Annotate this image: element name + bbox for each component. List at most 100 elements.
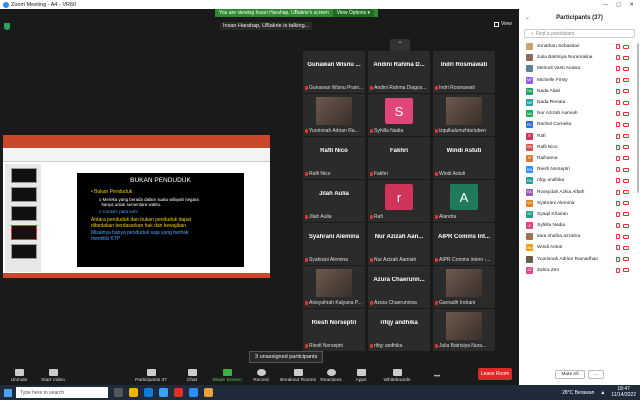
participant-tile[interactable]: Azura Chaerunn... Azura Chaerunnisa: [368, 266, 430, 308]
more-button[interactable]: •••: [420, 374, 454, 383]
participant-list-item[interactable]: R Rafi: [519, 131, 636, 142]
participants-scrollbar[interactable]: [637, 43, 639, 193]
whiteboards-button[interactable]: Whiteboards: [378, 369, 416, 383]
participant-list-item[interactable]: tiara shafira azzahra: [519, 231, 636, 242]
mic-muted-icon: [616, 122, 620, 128]
tile-name: Rafi: [374, 214, 383, 220]
participant-tile[interactable]: Rafli Nico Rafli Nico: [303, 137, 365, 179]
participant-list-item[interactable]: RC Rachel Cornelia: [519, 119, 636, 130]
breakout-rooms-label: Breakout Rooms: [280, 378, 316, 383]
record-button[interactable]: Record: [244, 369, 278, 383]
shared-screen[interactable]: BUKAN PENDUDUK • Bukan Penduduk o Mereka…: [3, 135, 270, 278]
mic-muted-icon: [616, 267, 620, 273]
more-dots-icon: •••: [433, 374, 441, 380]
clock[interactable]: 18:47 11/14/2022: [611, 386, 636, 398]
zoom-taskbar-icon[interactable]: [189, 388, 198, 397]
close-button[interactable]: ✕: [629, 2, 634, 8]
tile-display-name: Riesfi Norseptri: [311, 320, 357, 326]
weather-status[interactable]: 28°C Berawan: [562, 390, 594, 396]
participant-tile[interactable]: Andini Rahma D... Andini Rahma Diagos...: [368, 51, 430, 93]
participant-tile[interactable]: Indri Rosmawati Indri Rosmawati: [433, 51, 495, 93]
edge-icon[interactable]: [144, 388, 153, 397]
participant-tile[interactable]: AIPR Comms Int... AIPR Comms intern -...: [433, 223, 495, 265]
windows-start-icon[interactable]: [4, 388, 12, 397]
chat-label: Chat: [186, 378, 198, 383]
record-label: Record: [253, 378, 269, 383]
tile-name-bar: Syahrani Alemina: [305, 257, 363, 263]
reactions-button[interactable]: Reactions: [314, 369, 348, 383]
participant-list-item[interactable]: ZZ Zahra Zen: [519, 265, 636, 276]
participant-tile[interactable]: Anisyahrah Kalyana P...: [303, 266, 365, 308]
participant-tile[interactable]: rifqy andhika rifqy andhika: [368, 309, 430, 351]
participant-tile[interactable]: Garnadh Indrani: [433, 266, 495, 308]
participant-tile[interactable]: izqulkalumzhtariuben: [433, 94, 495, 136]
participant-list-item[interactable]: NA Nada Aliati: [519, 86, 636, 97]
participant-tile[interactable]: Syahrani Alemina Syahrani Alemina: [303, 223, 365, 265]
breakout-rooms-button[interactable]: Breakout Rooms: [278, 369, 318, 383]
view-button[interactable]: View: [494, 21, 512, 27]
security-shield-icon[interactable]: [4, 23, 10, 30]
participant-tile[interactable]: Windi Astuti Windi Astuti: [433, 137, 495, 179]
participant-list-item[interactable]: SA Syahrani Alemina: [519, 198, 636, 209]
participant-list-item[interactable]: Jonathan Sebastian: [519, 41, 636, 52]
participant-tile[interactable]: Fakhri Fakhri: [368, 137, 430, 179]
powerpoint-icon[interactable]: [174, 388, 183, 397]
participant-tile[interactable]: Julia Batrisiya Nura...: [433, 309, 495, 351]
participant-list-item[interactable]: NR Nada Renata: [519, 97, 636, 108]
participants-button[interactable]: Participants 37: [134, 369, 168, 383]
participant-tile[interactable]: A Alandra: [433, 180, 495, 222]
participant-list-item[interactable]: R Raihanna: [519, 153, 636, 164]
maximize-button[interactable]: ▢: [616, 2, 621, 8]
participant-list-item[interactable]: Yuorisnah Adrian Ramadhan: [519, 254, 636, 265]
participant-tile[interactable]: r Rafi: [368, 180, 430, 222]
unassigned-participants-button[interactable]: 3 unassigned participants: [249, 351, 324, 363]
leave-room-button[interactable]: Leave Room: [478, 368, 512, 380]
unmute-button[interactable]: Unmute: [2, 369, 36, 383]
chat-button[interactable]: Chat: [175, 369, 209, 383]
participant-list-item[interactable]: SK Syaqil Khairan: [519, 209, 636, 220]
participant-tile[interactable]: S Syhilla Nadia: [368, 94, 430, 136]
minimize-button[interactable]: —: [603, 2, 609, 8]
participant-list-item[interactable]: RN Rafli Nico: [519, 142, 636, 153]
participant-list-item[interactable]: Merindi Vanti Anissa: [519, 63, 636, 74]
collapse-chevron-icon[interactable]: ⌄: [525, 14, 530, 21]
participant-avatar: [526, 54, 533, 62]
participant-tile[interactable]: Riesfi Norseptri Riesfi Norseptri: [303, 309, 365, 351]
video-off-icon: [623, 78, 629, 83]
taskbar-search-input[interactable]: Type here to search: [16, 387, 108, 398]
mute-all-button[interactable]: Mute All: [555, 370, 585, 379]
more-options-button[interactable]: ...: [587, 370, 604, 379]
participant-tile[interactable]: Nur Azizah Aan... Nur Azizah Aamiah: [368, 223, 430, 265]
whiteboard-icon: [392, 369, 402, 376]
participant-list-item[interactable]: WA Windi Astuti: [519, 242, 636, 253]
participant-tile[interactable]: Yuorisnah Adrian Ra...: [303, 94, 365, 136]
mic-muted-icon: [616, 155, 620, 161]
participant-list-item[interactable]: S Syhilla Nadia: [519, 220, 636, 231]
apps-button[interactable]: Apps: [344, 369, 378, 383]
participant-list-item[interactable]: RA Rossydah Azkia Alfath: [519, 186, 636, 197]
participant-list-item[interactable]: RA rifqy andhika: [519, 175, 636, 186]
tile-name: Nur Azizah Aamiah: [374, 257, 417, 263]
participant-list-item[interactable]: RN Riesfi Norseptri: [519, 164, 636, 175]
network-icon[interactable]: ▲: [600, 390, 605, 396]
task-view-icon[interactable]: [114, 388, 123, 397]
participant-list-item[interactable]: Julia Batrisiya Nuramalina: [519, 52, 636, 63]
chrome-icon[interactable]: [204, 388, 213, 397]
mic-muted-icon: [305, 215, 308, 219]
share-screen-button[interactable]: Share Screen: [210, 369, 244, 383]
participant-tile[interactable]: Gunawan Wisnu ... Gunawan Wisnu Pram...: [303, 51, 365, 93]
participant-list-item[interactable]: NA Nur Azizah Aamiah: [519, 108, 636, 119]
start-video-button[interactable]: Start Video: [36, 369, 70, 383]
system-tray: 28°C Berawan ▲ 18:47 11/14/2022: [562, 386, 636, 398]
slide-thumbnail: [11, 168, 37, 183]
file-explorer-icon[interactable]: [129, 388, 138, 397]
tile-name: Gunawan Wisnu Pram...: [309, 85, 363, 91]
view-options-button[interactable]: View Options ▾: [332, 9, 375, 17]
participant-name: Riesfi Norseptri: [537, 167, 570, 173]
tile-name: Indri Rosmawati: [439, 85, 475, 91]
participant-list-item[interactable]: MF Michelle Firsty: [519, 75, 636, 86]
participant-name: Julia Batrisiya Nuramalina: [537, 55, 593, 61]
store-icon[interactable]: [159, 388, 168, 397]
participant-tile[interactable]: Jilah Aulia Jilah Aulia: [303, 180, 365, 222]
participant-search-input[interactable]: ⌕ Find a participant: [524, 29, 635, 38]
